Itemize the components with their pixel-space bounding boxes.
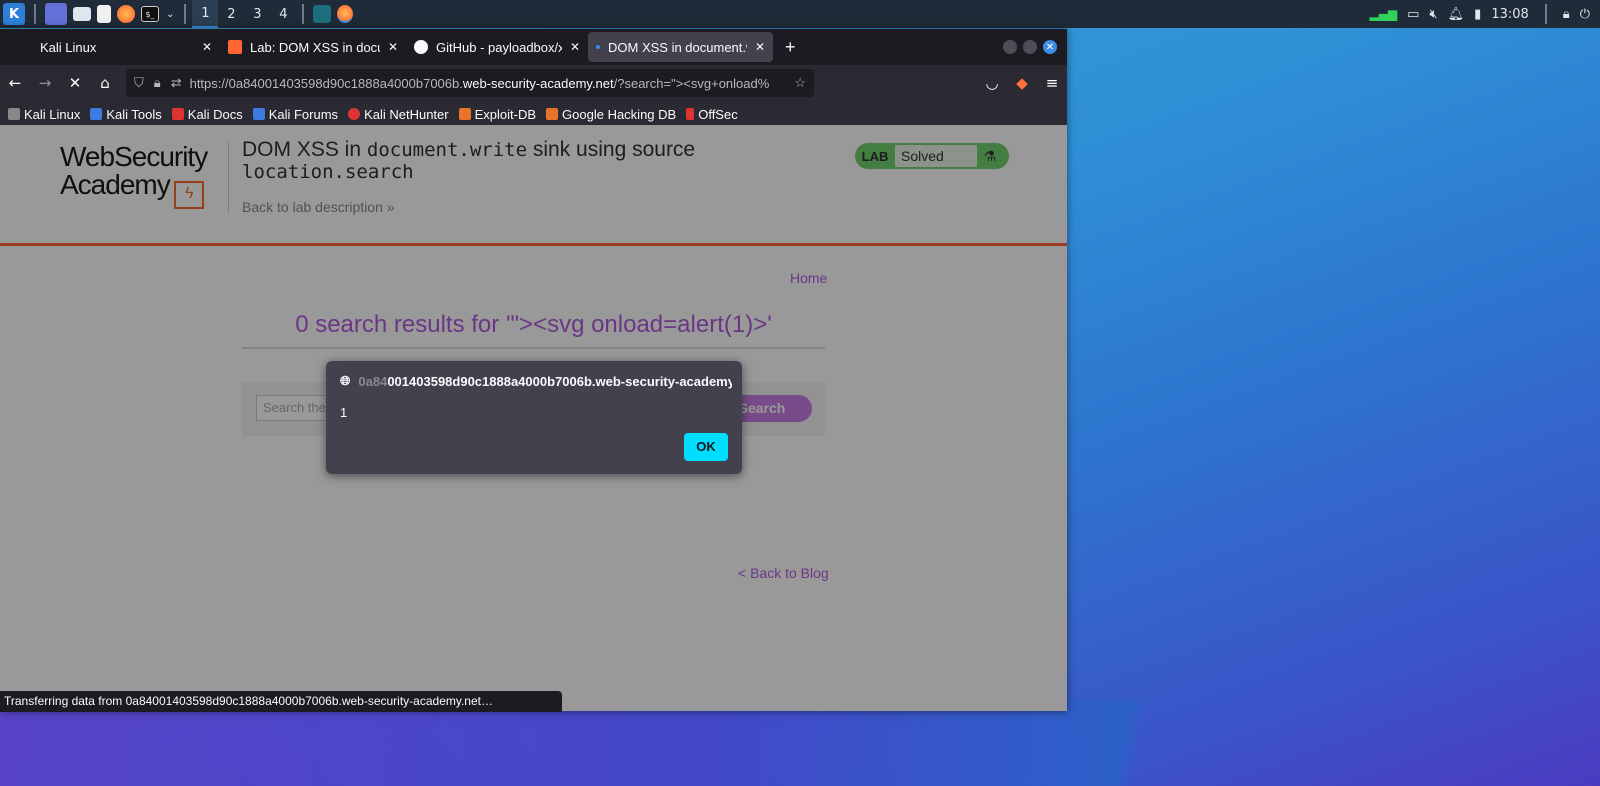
exploit-db-icon — [458, 108, 471, 120]
forward-icon[interactable]: → — [30, 74, 60, 92]
workspace-3[interactable]: 3 — [244, 0, 270, 28]
bookmark-kali-docs[interactable]: Kali Docs — [171, 107, 243, 122]
burp-window-icon[interactable] — [313, 5, 332, 23]
alert-message: 1 — [340, 405, 348, 420]
stop-icon[interactable]: ✕ — [60, 74, 90, 92]
tab-lab[interactable]: Lab: DOM XSS in document.write ✕ — [220, 32, 406, 62]
url-text: https://0a84001403598d90c1888a4000b7006b… — [189, 75, 770, 91]
display-icon[interactable]: ▭ — [1407, 7, 1419, 22]
minimize-button[interactable] — [1003, 40, 1017, 54]
alert-origin: 🌐︎ 0a84001403598d90c1888a4000b7006b.web-… — [340, 373, 732, 389]
kali-docs-icon — [171, 108, 184, 120]
bookmark-kali-forums[interactable]: Kali Forums — [252, 107, 338, 122]
battery-icon[interactable]: ▮ — [1474, 7, 1481, 22]
alert-dialog: 🌐︎ 0a84001403598d90c1888a4000b7006b.web-… — [326, 361, 742, 474]
pocket-icon[interactable]: ◡ — [977, 74, 1007, 92]
tab-title: DOM XSS in document.write — [608, 39, 747, 55]
home-icon[interactable]: ⌂ — [90, 74, 120, 92]
terminal-icon[interactable]: $_ — [141, 6, 159, 22]
tab-title: GitHub - payloadbox/xss-payload-list — [436, 39, 562, 55]
bookmark-kali-nethunter[interactable]: Kali NetHunter — [348, 107, 449, 122]
taskbar-separator — [1544, 4, 1547, 24]
window-controls: ✕ — [1003, 40, 1057, 54]
tab-title: Kali Linux — [40, 39, 97, 55]
back-icon[interactable]: ← — [0, 74, 30, 92]
tab-kali-linux[interactable]: Kali Linux ✕ — [0, 32, 220, 62]
close-icon[interactable]: ✕ — [388, 40, 398, 54]
bookmark-google-hacking-db[interactable]: Google Hacking DB — [546, 107, 676, 122]
firefox-icon[interactable] — [117, 5, 135, 23]
tab-bar: Kali Linux ✕ Lab: DOM XSS in document.wr… — [0, 29, 1067, 65]
close-icon[interactable]: ✕ — [755, 40, 765, 54]
bookmark-star-icon[interactable]: ☆ — [794, 75, 806, 91]
text-editor-icon[interactable] — [97, 5, 111, 23]
nav-bar: ← → ✕ ⌂ ⛉ 🔒︎ ⇄ https://0a84001403598d90c… — [0, 65, 1067, 101]
logout-icon[interactable]: ⏻ — [1580, 7, 1590, 22]
menu-icon[interactable]: ≡ — [1037, 74, 1067, 92]
bookmark-kali-linux[interactable]: Kali Linux — [8, 107, 80, 122]
desktop-wallpaper — [0, 700, 1600, 786]
lock-icon[interactable]: 🔒︎ — [154, 75, 161, 91]
status-bar: Transferring data from 0a84001403598d90c… — [0, 691, 562, 712]
permissions-icon[interactable]: ⇄ — [171, 75, 182, 91]
url-bar[interactable]: ⛉ 🔒︎ ⇄ https://0a84001403598d90c1888a400… — [126, 69, 814, 97]
kali-tools-icon — [90, 108, 103, 120]
taskbar-separator — [302, 4, 305, 24]
chevron-down-icon[interactable]: ⌄ — [166, 9, 174, 20]
portswigger-icon — [228, 40, 242, 54]
lock-icon[interactable]: 🔒︎ — [1563, 7, 1570, 22]
close-icon[interactable]: ✕ — [570, 40, 580, 54]
mute-icon[interactable]: 🔇︎ — [1429, 7, 1437, 22]
shield-icon[interactable]: ⛉ — [134, 75, 144, 91]
offsec-icon — [686, 108, 695, 120]
new-tab-icon[interactable]: + — [785, 37, 796, 58]
loading-icon — [596, 45, 600, 49]
nethunter-icon — [348, 108, 361, 120]
taskbar-separator — [34, 4, 36, 24]
file-manager-icon[interactable] — [73, 7, 91, 21]
workspace-4[interactable]: 4 — [270, 0, 296, 28]
github-icon — [414, 40, 428, 54]
kali-menu-icon[interactable]: K — [3, 3, 25, 25]
taskbar: K $_ ⌄ 1 2 3 4 ▂▄▆ ▭ 🔇︎ 🔔︎ ▮ 13:08 🔒︎ ⏻ — [0, 0, 1600, 28]
tab-title: Lab: DOM XSS in document.write — [250, 39, 380, 55]
notification-bell-icon[interactable]: 🔔︎ — [1448, 7, 1465, 22]
ok-button[interactable]: OK — [684, 433, 728, 461]
globe-icon: 🌐︎ — [340, 373, 351, 388]
kali-forums-icon — [252, 108, 265, 120]
show-desktop-icon[interactable] — [45, 3, 67, 25]
firefox-window-icon[interactable] — [337, 5, 354, 23]
close-window-button[interactable]: ✕ — [1043, 40, 1057, 54]
bookmark-offsec[interactable]: OffSec — [686, 107, 738, 122]
tab-dom-xss[interactable]: DOM XSS in document.write ✕ — [588, 32, 773, 62]
close-icon[interactable]: ✕ — [202, 40, 212, 54]
ghdb-icon — [546, 108, 559, 120]
tab-github[interactable]: GitHub - payloadbox/xss-payload-list ✕ — [406, 32, 588, 62]
kali-dragon-icon — [8, 108, 20, 120]
workspace-2[interactable]: 2 — [218, 0, 244, 28]
extension-icon[interactable]: ◆ — [1007, 74, 1037, 92]
workspace-1[interactable]: 1 — [192, 0, 219, 28]
maximize-button[interactable] — [1023, 40, 1037, 54]
network-signal-icon[interactable]: ▂▄▆ — [1369, 7, 1397, 21]
taskbar-separator — [184, 4, 187, 24]
clock[interactable]: 13:08 — [1491, 7, 1528, 22]
bookmark-exploit-db[interactable]: Exploit-DB — [458, 107, 536, 122]
bookmarks-bar: Kali Linux Kali Tools Kali Docs Kali For… — [0, 101, 1067, 127]
bookmark-kali-tools[interactable]: Kali Tools — [90, 107, 162, 122]
